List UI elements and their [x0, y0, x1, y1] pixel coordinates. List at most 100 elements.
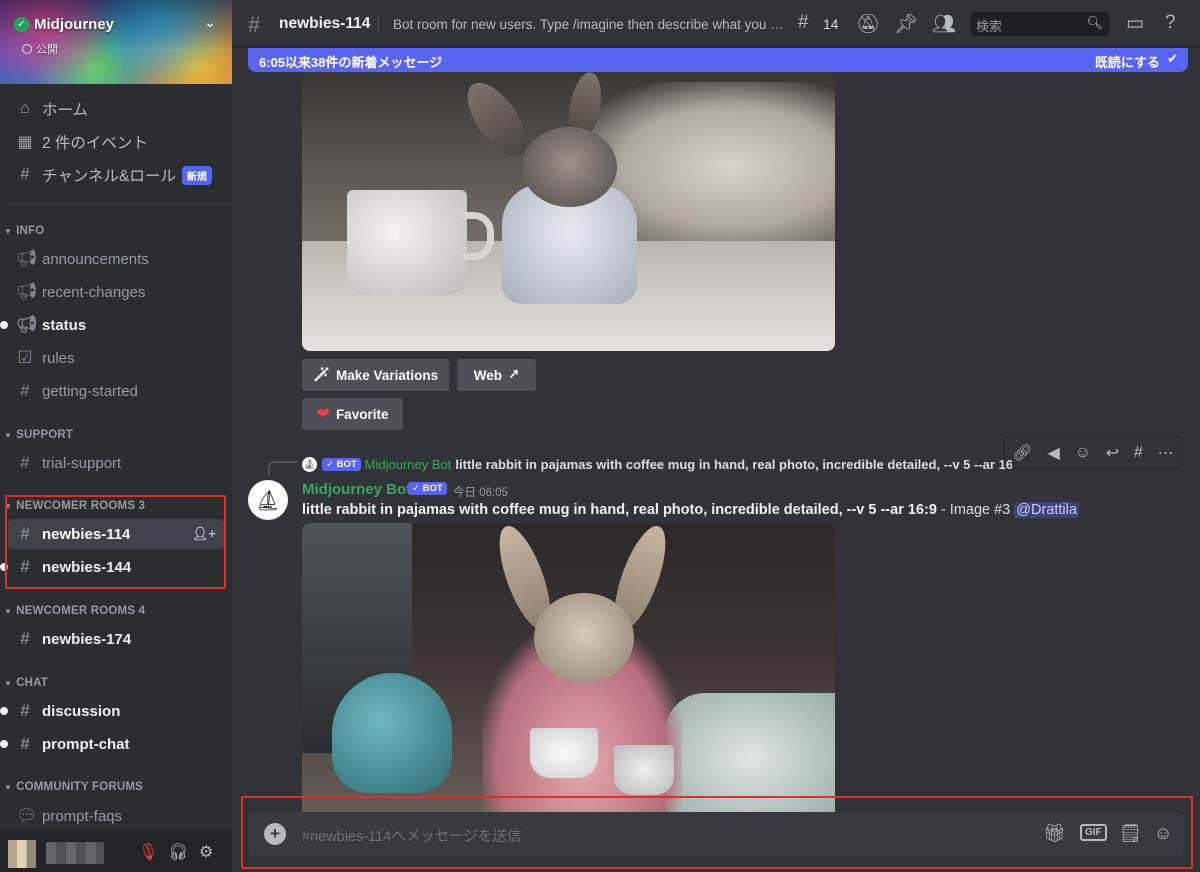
inbox-icon[interactable]: ▭: [1126, 12, 1144, 35]
search-input[interactable]: 検索: [976, 16, 1002, 35]
category-newcomer-4-label: NEWCOMER ROOMS 4: [16, 605, 146, 617]
channel-title: newbies-114: [279, 15, 371, 32]
message-content: little rabbit in pajamas with coffee mug…: [302, 502, 1182, 518]
reply-text: little rabbit in pajamas with coffee mug…: [455, 457, 1012, 472]
create-thread-icon[interactable]: #: [1134, 444, 1143, 462]
threads-count[interactable]: 14: [823, 16, 839, 32]
calendar-icon: ▦: [17, 134, 33, 151]
avatar[interactable]: ⛵︎: [248, 480, 288, 520]
nav-channels-roles[interactable]: # チャンネル&ロール 新規: [8, 160, 232, 190]
server-name[interactable]: Midjourney: [34, 16, 114, 33]
category-info[interactable]: ▼ INFO: [4, 225, 44, 237]
notifications-muted-icon[interactable]: 🔕︎: [856, 12, 880, 36]
add-reaction-icon[interactable]: ☺: [1075, 444, 1091, 462]
generated-image-rabbit-mug[interactable]: [302, 72, 835, 351]
verified-icon: ✓: [14, 17, 29, 32]
message-author[interactable]: Midjourney Bot: [302, 481, 411, 498]
favorite-label: Favorite: [335, 406, 389, 422]
help-icon[interactable]: ?: [1165, 12, 1176, 34]
microphone-muted-icon[interactable]: 🎙︎: [138, 842, 158, 862]
channel-discussion[interactable]: # discussion: [0, 696, 224, 726]
nav-events[interactable]: ▦ 2 件のイベント: [8, 127, 232, 157]
category-newcomer-rooms-4[interactable]: ▼ NEWCOMER ROOMS 4: [4, 605, 145, 617]
reply-author: Midjourney Bot: [364, 457, 452, 472]
category-support-label: SUPPORT: [16, 429, 74, 441]
forum-icon: 💬︎: [16, 806, 38, 825]
nav-channels-roles-label: チャンネル&ロール: [42, 168, 176, 185]
channel-prompt-chat[interactable]: # prompt-chat: [0, 729, 224, 759]
generated-image-rabbit-tea[interactable]: [302, 523, 835, 812]
server-header[interactable]: ✓ Midjourney ⌄ 公開: [0, 0, 232, 84]
favorite-button[interactable]: ❤ Favorite: [302, 398, 403, 430]
bot-tag: ✓ BOT: [322, 458, 361, 471]
search-icon: 🔍︎: [1086, 15, 1103, 30]
mark-as-read-button[interactable]: 既読にする: [1095, 52, 1160, 71]
channel-label: prompt-chat: [42, 735, 130, 753]
nav-home-label: ホーム: [42, 102, 89, 119]
unread-indicator: [0, 707, 8, 715]
magic-wand-icon: 🪄︎: [312, 367, 331, 382]
web-button[interactable]: Web ↗: [457, 359, 536, 391]
image-detail: [614, 745, 674, 795]
channel-topic[interactable]: Bot room for new users. Type /imagine th…: [393, 17, 791, 32]
gear-icon[interactable]: ⚙: [199, 842, 213, 862]
reply-icon[interactable]: ↩: [1106, 443, 1119, 463]
headphones-icon[interactable]: 🎧︎: [168, 842, 188, 862]
server-visibility: 公開: [22, 41, 58, 57]
replied-message[interactable]: ✓ BOT Midjourney Bot little rabbit in paja…: [322, 457, 1012, 472]
app-icon[interactable]: ◀: [1047, 443, 1059, 463]
message-suffix: - Image #3: [936, 502, 1015, 518]
hash-icon: #: [20, 453, 30, 472]
bot-tag: ✓ BOT: [408, 482, 447, 495]
message-list: 🪄︎ Make Variations Web ↗ ❤ Favorite 🔗︎ ◀…: [232, 72, 1200, 812]
bot-tag-label: BOT: [422, 483, 443, 494]
highlight-box: [5, 495, 226, 589]
channel-label: trial-support: [42, 454, 122, 472]
home-icon: ⌂: [20, 100, 30, 117]
channel-status[interactable]: 📢︎ status: [0, 310, 224, 340]
category-chat-label: CHAT: [16, 677, 49, 689]
heart-icon: ❤: [316, 406, 330, 423]
category-community-forums[interactable]: ▼ COMMUNITY FORUMS: [4, 781, 143, 793]
channel-rules[interactable]: ☑ rules: [8, 343, 224, 373]
bot-tag-label: BOT: [336, 459, 357, 470]
more-icon[interactable]: ⋯: [1158, 443, 1174, 463]
hash-icon: #: [20, 381, 30, 400]
user-mention[interactable]: @Drattila: [1014, 502, 1079, 518]
avatar[interactable]: ⛵︎: [302, 457, 317, 472]
checkbox-icon: ☑: [17, 348, 33, 367]
category-support[interactable]: ▼ SUPPORT: [4, 429, 73, 441]
pin-icon[interactable]: 📌︎: [894, 12, 918, 36]
member-list-icon[interactable]: 👥︎: [932, 12, 956, 36]
threads-icon[interactable]: #: [798, 12, 809, 34]
avatar[interactable]: [8, 840, 36, 868]
chevron-down-icon: ▼: [4, 607, 13, 616]
mark-read-icon[interactable]: ✔: [1167, 51, 1178, 67]
new-messages-text: 6:05以来38件の新着メッセージ: [259, 55, 443, 70]
make-variations-button[interactable]: 🪄︎ Make Variations: [302, 359, 449, 391]
new-messages-bar[interactable]: 6:05以来38件の新着メッセージ 既読にする ✔: [248, 48, 1188, 72]
channel-recent-changes[interactable]: 📢︎ recent-changes: [8, 277, 224, 307]
chevron-down-icon[interactable]: ⌄: [204, 14, 216, 31]
category-chat[interactable]: ▼ CHAT: [4, 677, 48, 689]
chevron-down-icon: ▼: [4, 227, 13, 236]
search-box[interactable]: 検索 🔍︎: [970, 12, 1110, 36]
channel-prompt-faqs[interactable]: 💬︎ prompt-faqs: [8, 801, 224, 831]
nav-events-label: 2 件のイベント: [42, 135, 148, 152]
new-badge: 新規: [181, 165, 212, 185]
username-blurred[interactable]: [46, 842, 104, 864]
channel-trial-support[interactable]: # trial-support: [8, 448, 224, 478]
globe-icon: [22, 44, 32, 54]
link-icon[interactable]: 🔗︎: [1012, 443, 1032, 463]
channel-newbies-174[interactable]: # newbies-174: [8, 624, 224, 654]
megaphone-icon: 📢︎: [16, 315, 38, 334]
thread-hash-icon: #: [20, 629, 30, 648]
megaphone-icon: 📢︎: [16, 282, 38, 301]
external-link-icon: ↗: [507, 367, 520, 382]
channel-getting-started[interactable]: # getting-started: [8, 376, 224, 406]
channel-announcements[interactable]: 📢︎ announcements: [8, 244, 224, 274]
highlight-box: [241, 796, 1193, 869]
image-detail: [332, 673, 452, 793]
chevron-down-icon: ▼: [4, 679, 13, 688]
nav-home[interactable]: ⌂ ホーム: [8, 94, 232, 124]
